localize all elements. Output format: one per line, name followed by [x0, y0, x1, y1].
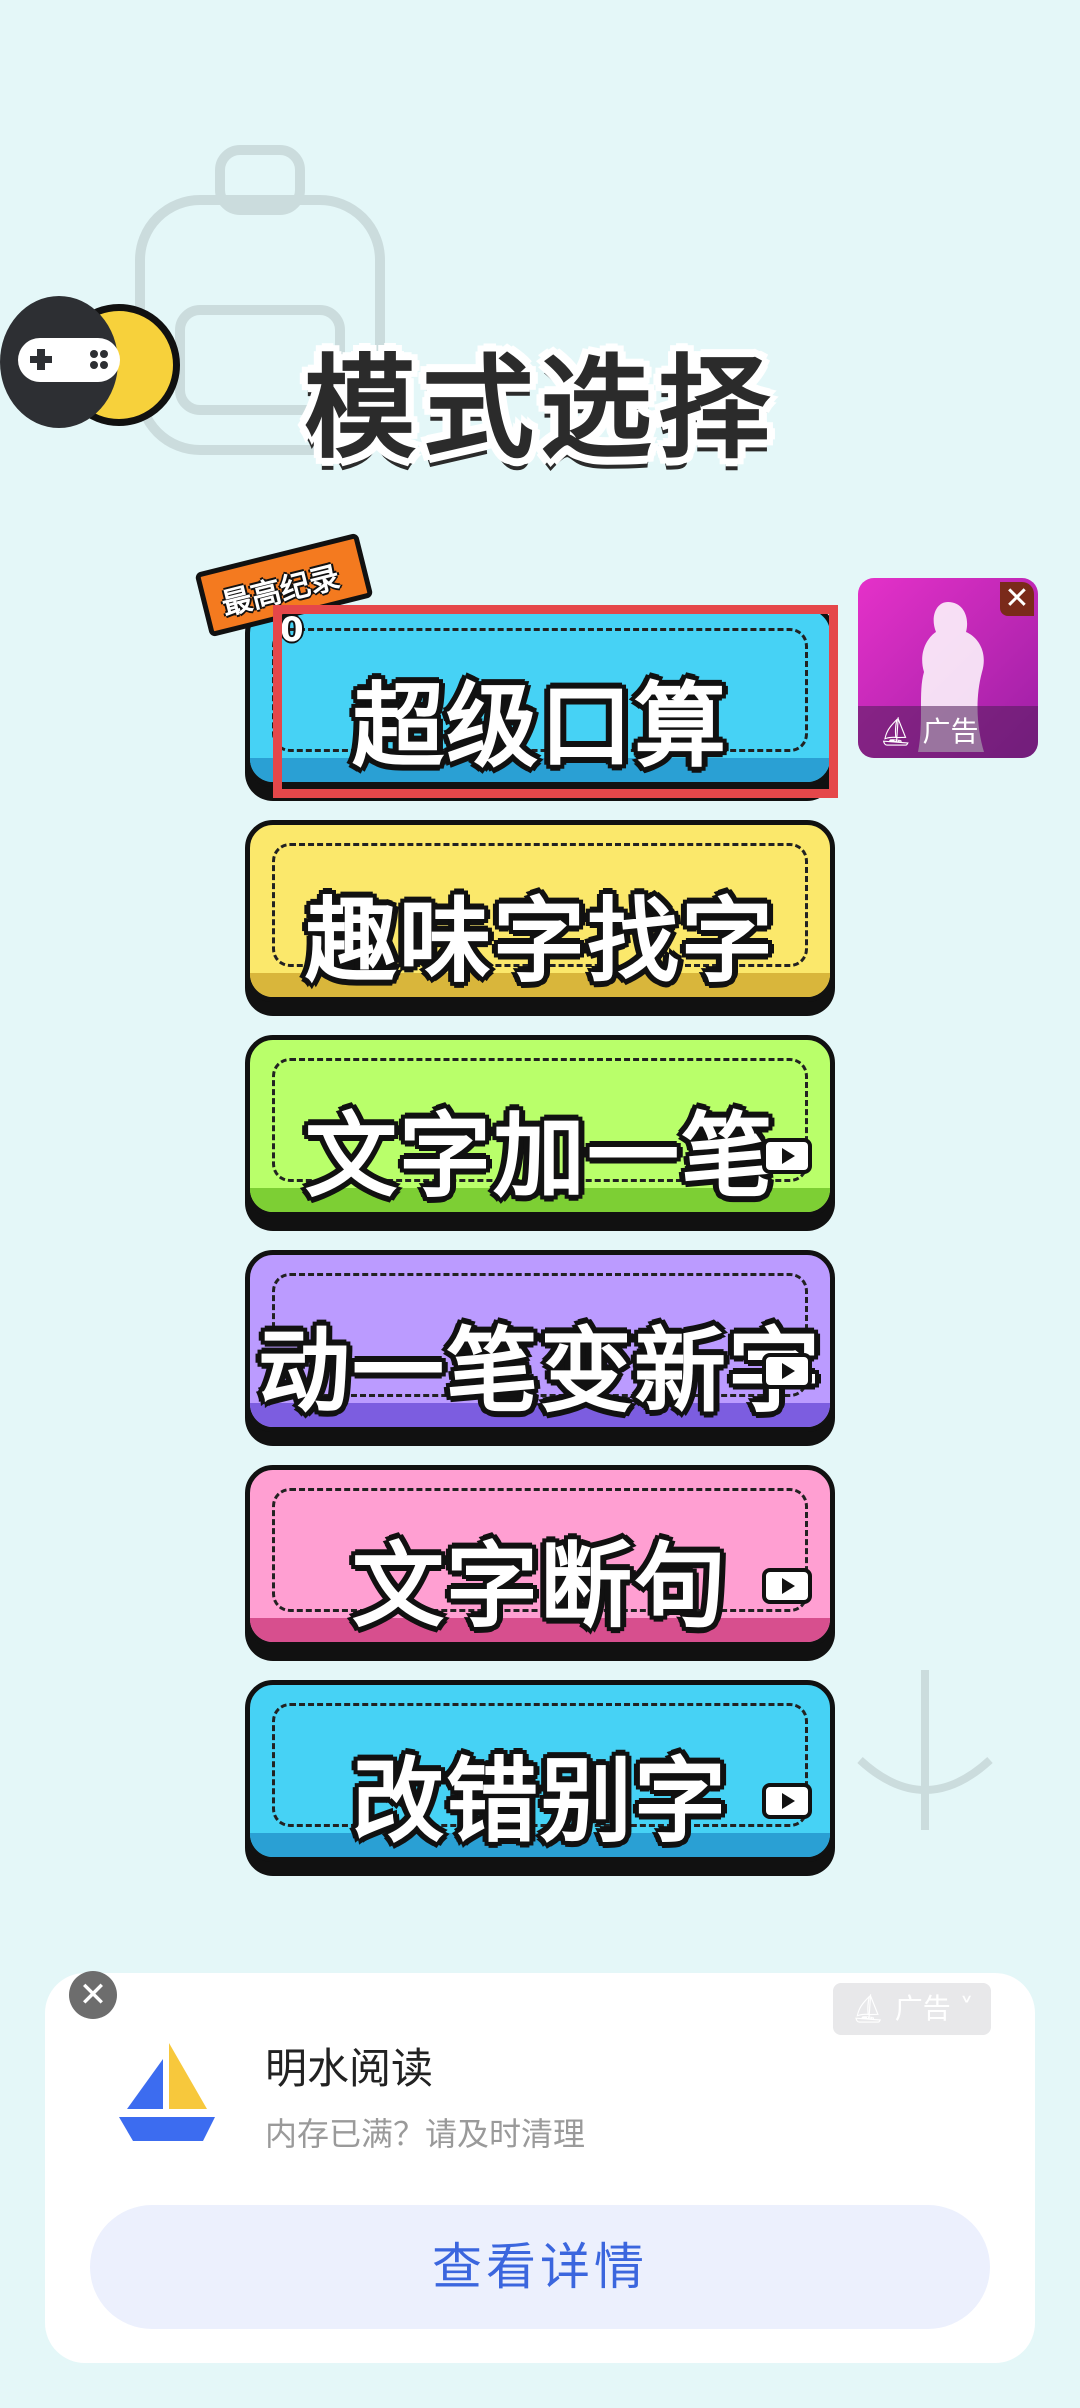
mode-button-face: 趣味字找字	[245, 820, 835, 1002]
sailboat-app-icon	[119, 2043, 215, 2141]
side-ad-label-text: 广告	[922, 715, 979, 748]
ad-app-name: 明水阅读	[265, 2044, 434, 2093]
ad-app-description: 内存已满？请及时清理	[265, 2115, 586, 2153]
page-title: 模式选择	[304, 344, 776, 474]
video-ad-icon	[762, 1783, 812, 1819]
bottom-ad-card[interactable]: ✕ ⛵︎ 广告 ˅ 明水阅读 内存已满？请及时清理 查看详情	[45, 1971, 1035, 2363]
ad-logo-icon: ⛵︎	[878, 715, 914, 748]
video-ad-icon	[762, 1353, 812, 1389]
mode-button-label: 改错别字	[351, 1748, 728, 1855]
video-ad-icon	[762, 1138, 812, 1174]
ad-badge-text: 广告	[894, 1992, 951, 2025]
mode-button-2[interactable]: 趣味字找字	[245, 820, 835, 1016]
mode-button-label: 趣味字找字	[304, 888, 775, 995]
mode-button-face: 文字加一笔	[245, 1035, 835, 1217]
mode-button-label: 动一笔变新字	[257, 1318, 822, 1425]
mode-button-6[interactable]: 改错别字	[245, 1680, 835, 1876]
mode-button-label: 文字加一笔	[304, 1103, 775, 1210]
side-ad-close-button[interactable]: ✕	[1000, 582, 1034, 616]
scale-doodle	[857, 1670, 993, 1830]
side-ad-label: ⛵︎ 广告	[858, 706, 1038, 758]
selection-highlight	[273, 605, 838, 798]
side-ad[interactable]: ✕ ⛵︎ 广告	[858, 578, 1038, 758]
mode-button-face: 改错别字	[245, 1680, 835, 1862]
video-ad-icon	[762, 1568, 812, 1604]
mode-button-label: 文字断句	[351, 1533, 728, 1640]
chevron-down-icon: ˅	[950, 1992, 974, 2025]
ad-badge[interactable]: ⛵︎ 广告 ˅	[833, 1983, 991, 2035]
mode-button-3[interactable]: 文字加一笔	[245, 1035, 835, 1231]
mode-button-5[interactable]: 文字断句	[245, 1465, 835, 1661]
mode-button-4[interactable]: 动一笔变新字	[245, 1250, 835, 1446]
ad-card-close-button[interactable]: ✕	[69, 1971, 117, 2019]
ad-badge-icon: ⛵︎	[850, 1992, 895, 2025]
view-details-button[interactable]: 查看详情	[90, 2205, 990, 2329]
mode-button-face: 动一笔变新字	[245, 1250, 835, 1432]
mode-button-face: 文字断句	[245, 1465, 835, 1647]
